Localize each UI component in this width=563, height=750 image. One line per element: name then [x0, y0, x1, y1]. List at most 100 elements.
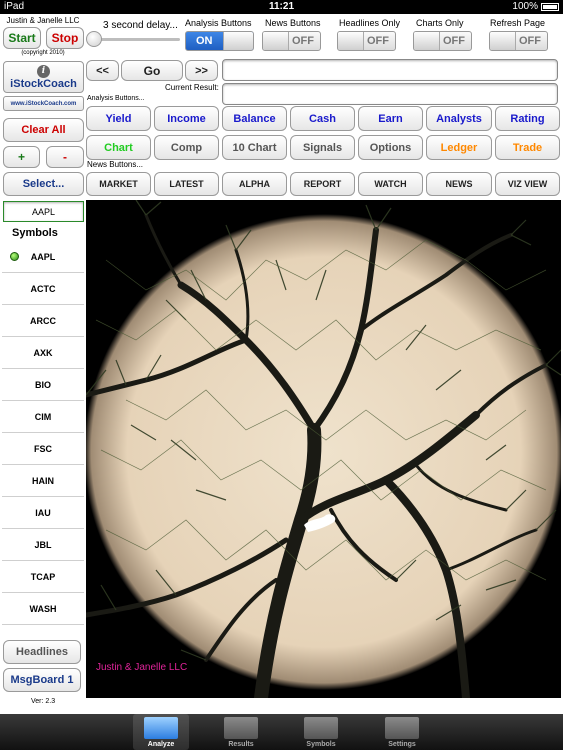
clear-all-button[interactable]: Clear All — [3, 118, 84, 142]
symbol-item-iau[interactable]: IAU — [2, 497, 84, 529]
tree-moon-illustration: Justin & Janelle LLC — [86, 200, 561, 698]
toggle-state: OFF — [519, 35, 541, 47]
current-result-label: Current Result: — [165, 83, 219, 92]
watch-button[interactable]: WATCH — [358, 172, 423, 196]
symbol-item-actc[interactable]: ACTC — [2, 273, 84, 305]
symbol-label: JBL — [34, 539, 52, 550]
stop-button[interactable]: Stop — [46, 27, 84, 49]
delay-slider-thumb[interactable] — [86, 31, 102, 47]
toggle-title-headlines: Headlines Only — [339, 18, 401, 28]
symbol-item-tcap[interactable]: TCAP — [2, 561, 84, 593]
tab-settings[interactable]: Settings — [374, 714, 430, 750]
signals-button[interactable]: Signals — [290, 135, 355, 160]
plus-button[interactable]: + — [3, 146, 40, 168]
prev-button[interactable]: << — [86, 60, 119, 81]
delay-slider-track[interactable] — [100, 38, 180, 41]
tab-label: Symbols — [306, 741, 336, 748]
symbol-input[interactable]: AAPL — [3, 201, 84, 222]
analysts-button[interactable]: Analysts — [426, 106, 492, 131]
symbol-item-bio[interactable]: BIO — [2, 369, 84, 401]
symbol-item-jbl[interactable]: JBL — [2, 529, 84, 561]
minus-button[interactable]: - — [46, 146, 84, 168]
report-button[interactable]: REPORT — [290, 172, 355, 196]
battery-indicator: 100% — [512, 1, 559, 12]
current-result-field — [222, 83, 558, 105]
symbols-heading: Symbols — [12, 227, 58, 239]
copyright-label: (copyright 2010) — [21, 50, 65, 56]
symbol-label: AXK — [33, 347, 53, 358]
cash-button[interactable]: Cash — [290, 106, 355, 131]
income-button[interactable]: Income — [154, 106, 219, 131]
headlines-only-toggle[interactable]: OFF — [337, 31, 396, 51]
start-button[interactable]: Start — [3, 27, 41, 49]
symbol-item-axk[interactable]: AXK — [2, 337, 84, 369]
charts-only-toggle[interactable]: OFF — [413, 31, 472, 51]
symbol-item-wash[interactable]: WASH — [2, 593, 84, 625]
results-tab-icon — [224, 717, 258, 739]
symbol-label: HAIN — [32, 475, 54, 486]
symbol-label: TCAP — [30, 571, 56, 582]
symbol-label: CIM — [34, 411, 52, 422]
toggle-state: ON — [196, 35, 213, 47]
company-label: Justin & Janelle LLC — [6, 16, 80, 25]
info-icon[interactable]: i — [37, 64, 50, 78]
options-button[interactable]: Options — [358, 135, 423, 160]
comp-button[interactable]: Comp — [154, 135, 219, 160]
trade-button[interactable]: Trade — [495, 135, 560, 160]
go-button[interactable]: Go — [121, 60, 183, 81]
ticker-input[interactable] — [222, 59, 558, 81]
symbol-label: ACTC — [30, 283, 56, 294]
market-button[interactable]: MARKET — [86, 172, 151, 196]
next-button[interactable]: >> — [185, 60, 218, 81]
latest-button[interactable]: LATEST — [154, 172, 219, 196]
symbol-item-cim[interactable]: CIM — [2, 401, 84, 433]
battery-percent: 100% — [512, 1, 538, 12]
symbol-item-fsc[interactable]: FSC — [2, 433, 84, 465]
refresh-page-toggle[interactable]: OFF — [489, 31, 548, 51]
symbol-label: BIO — [34, 379, 51, 390]
tab-analyze[interactable]: Analyze — [133, 714, 189, 750]
website-link[interactable]: www.iStockCoach.com — [3, 96, 84, 111]
status-bar: iPad 11:21 100% — [0, 0, 563, 14]
toggle-state: OFF — [443, 35, 465, 47]
splash-image: Justin & Janelle LLC — [86, 200, 561, 698]
toggle-state: OFF — [292, 35, 314, 47]
symbol-item-hain[interactable]: HAIN — [2, 465, 84, 497]
selected-indicator-icon — [10, 252, 19, 261]
image-caption: Justin & Janelle LLC — [96, 662, 187, 673]
symbol-item-arcc[interactable]: ARCC — [2, 305, 84, 337]
msgboard-button[interactable]: MsgBoard 1 — [3, 668, 81, 692]
symbol-label: IAU — [35, 507, 51, 518]
tab-label: Settings — [388, 741, 416, 748]
earn-button[interactable]: Earn — [358, 106, 423, 131]
balance-button[interactable]: Balance — [222, 106, 287, 131]
symbol-label: FSC — [34, 443, 52, 454]
symbol-label: ARCC — [30, 315, 56, 326]
brand-panel[interactable]: i iStockCoach — [3, 61, 84, 93]
alpha-button[interactable]: ALPHA — [222, 172, 287, 196]
ledger-button[interactable]: Ledger — [426, 135, 492, 160]
news-button[interactable]: NEWS — [426, 172, 492, 196]
tab-symbols[interactable]: Symbols — [293, 714, 349, 750]
symbol-item-aapl[interactable]: AAPL — [2, 241, 84, 273]
symbols-tab-icon — [304, 717, 338, 739]
toggle-title-refresh: Refresh Page — [490, 18, 546, 28]
version-label: Ver: 2.3 — [31, 698, 56, 705]
toggle-title-news: News Buttons — [265, 18, 321, 28]
brand-name: iStockCoach — [10, 77, 77, 90]
symbol-label: WASH — [29, 603, 57, 614]
analysis-buttons-label: Analysis Buttons... — [87, 95, 145, 102]
headlines-button[interactable]: Headlines — [3, 640, 81, 664]
tab-results[interactable]: Results — [213, 714, 269, 750]
analyze-tab-icon — [144, 717, 178, 739]
analysis-buttons-toggle[interactable]: ON — [185, 31, 254, 51]
ten-chart-button[interactable]: 10 Chart — [222, 135, 287, 160]
select-button[interactable]: Select... — [3, 172, 84, 196]
rating-button[interactable]: Rating — [495, 106, 560, 131]
chart-button[interactable]: Chart — [86, 135, 151, 160]
viz-view-button[interactable]: VIZ VIEW — [495, 172, 560, 196]
settings-tab-icon — [385, 717, 419, 739]
news-buttons-toggle[interactable]: OFF — [262, 31, 321, 51]
news-buttons-label: News Buttons... — [87, 160, 144, 169]
yield-button[interactable]: Yield — [86, 106, 151, 131]
